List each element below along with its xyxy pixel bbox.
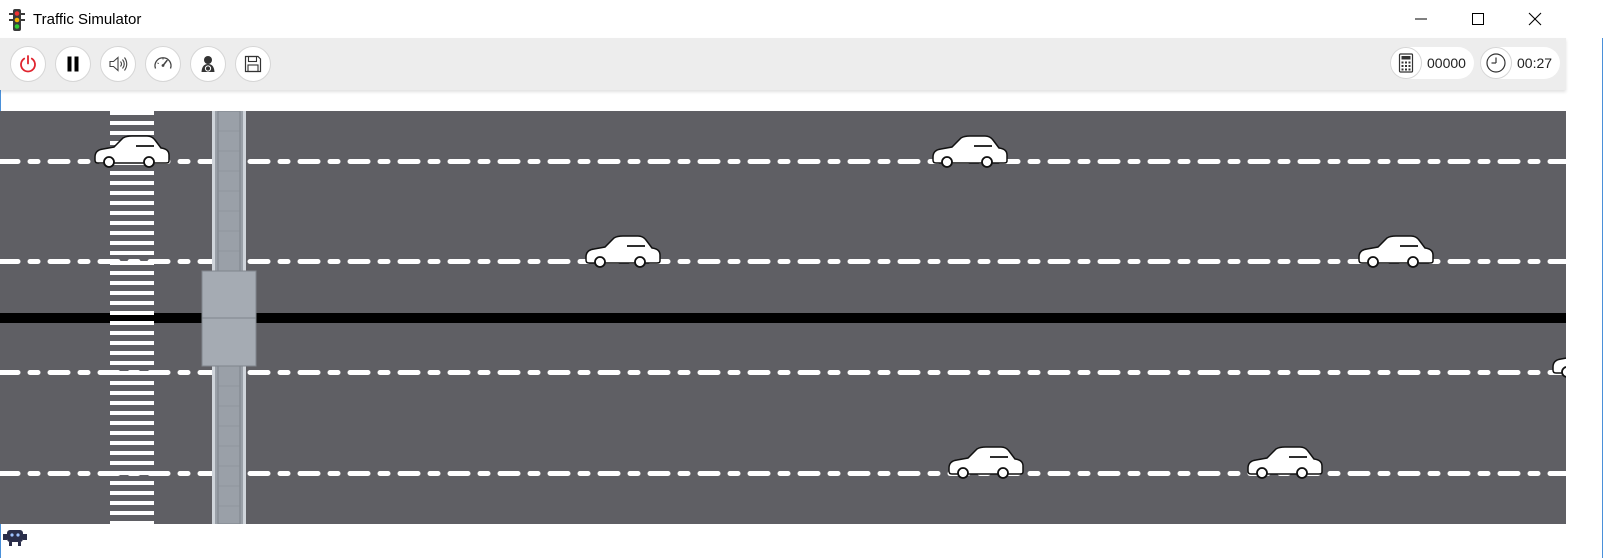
title-bar: Traffic Simulator	[0, 0, 1603, 38]
power-icon	[20, 55, 36, 73]
score-icon-wrap	[1390, 47, 1422, 79]
power-button[interactable]	[10, 46, 46, 82]
driver-button[interactable]	[190, 46, 226, 82]
road-canvas	[0, 111, 1566, 524]
timer-icon-wrap	[1480, 47, 1512, 79]
pause-icon	[67, 56, 79, 72]
car-icon	[1550, 341, 1566, 381]
sound-button[interactable]	[100, 46, 136, 82]
speed-button[interactable]	[145, 46, 181, 82]
car-icon	[946, 442, 1026, 482]
car-icon	[1356, 231, 1436, 271]
maximize-icon	[1472, 13, 1484, 25]
car-icon	[930, 131, 1010, 171]
speedometer-icon	[154, 57, 172, 69]
minimize-icon	[1415, 18, 1427, 20]
traffic-light-icon	[9, 9, 25, 31]
maximize-button[interactable]	[1449, 0, 1507, 38]
car-icon	[1245, 442, 1325, 482]
minimize-button[interactable]	[1392, 0, 1450, 38]
car-icon	[92, 131, 172, 171]
car-icon	[583, 231, 663, 271]
score-value: 00000	[1427, 55, 1466, 71]
calculator-icon	[1398, 53, 1414, 73]
driver-icon	[201, 56, 215, 72]
pause-button[interactable]	[55, 46, 91, 82]
speaker-icon	[109, 56, 128, 72]
score-display: 00000	[1390, 47, 1474, 79]
close-button[interactable]	[1506, 0, 1564, 38]
floppy-disk-icon	[244, 55, 262, 73]
window-title: Traffic Simulator	[33, 11, 142, 28]
crosswalk-icon	[110, 111, 154, 524]
save-button[interactable]	[235, 46, 271, 82]
clock-icon	[1486, 53, 1506, 73]
robot-icon	[3, 530, 27, 546]
pedestrian-bridge-icon	[201, 111, 257, 524]
timer-value: 00:27	[1517, 55, 1553, 71]
timer-display: 00:27	[1480, 47, 1561, 79]
close-icon	[1528, 12, 1542, 26]
toolbar: 00000 00:27	[0, 38, 1566, 90]
